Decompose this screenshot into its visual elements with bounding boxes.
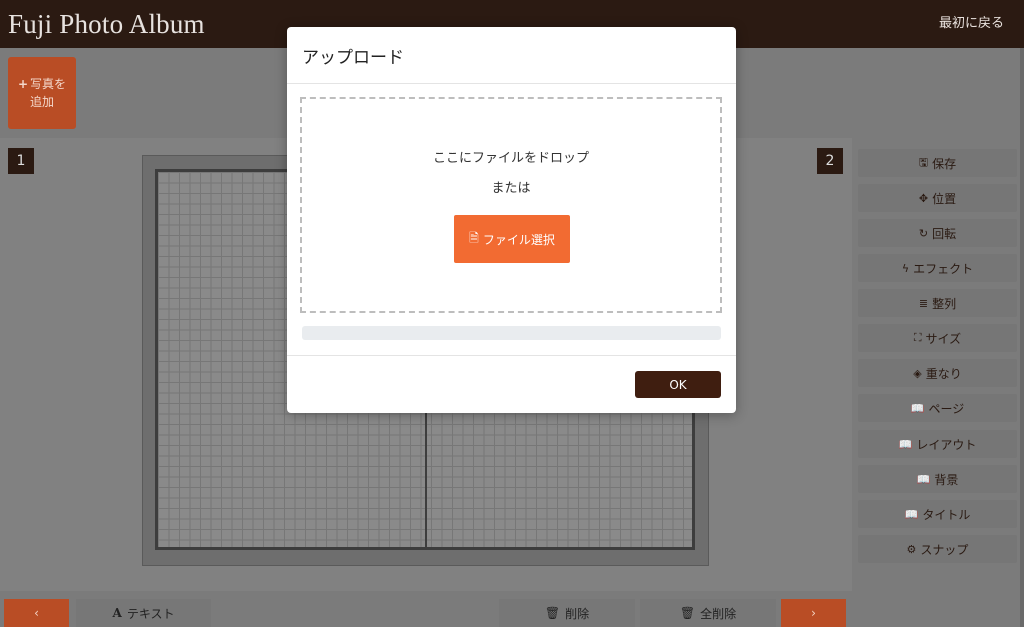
background-label: 背景 (934, 472, 959, 487)
page-button[interactable]: 📖 ページ (858, 394, 1017, 422)
book-icon: 📖 (898, 437, 913, 451)
book-icon: 📖 (904, 507, 919, 521)
delete-all-label: 全削除 (700, 606, 737, 621)
add-photo-button[interactable]: + 写真を 追加 (8, 57, 76, 129)
position-label: 位置 (932, 191, 957, 206)
select-file-label: ファイル選択 (482, 232, 555, 247)
modal-divider (287, 83, 736, 84)
layer-button[interactable]: ◈ 重なり (858, 359, 1017, 387)
modal-divider (287, 355, 736, 356)
left-page-number: 1 (8, 148, 34, 174)
rotate-icon: ↻ (918, 226, 929, 240)
text-icon: A (112, 606, 122, 620)
ok-button[interactable]: OK (635, 371, 721, 398)
effect-button[interactable]: ϟ エフェクト (858, 254, 1017, 282)
chevron-left-icon: ‹ (34, 606, 39, 620)
align-icon: ≣ (918, 296, 929, 310)
book-icon: 📖 (910, 401, 925, 415)
gear-icon: ⚙ (906, 542, 917, 556)
delete-button[interactable]: 🗑 削除 (499, 599, 635, 627)
add-text-button[interactable]: A テキスト (76, 599, 211, 627)
delete-all-button[interactable]: 🗑 全削除 (640, 599, 776, 627)
title-label: タイトル (922, 507, 971, 522)
book-icon: 📖 (916, 472, 931, 486)
layout-label: レイアウト (916, 437, 977, 452)
next-page-button[interactable]: › (781, 599, 846, 627)
page-label: ページ (928, 401, 965, 416)
background-button[interactable]: 📖 背景 (858, 465, 1017, 493)
modal-title: アップロード (302, 48, 404, 68)
rotate-button[interactable]: ↻ 回転 (858, 219, 1017, 247)
page-scrollbar[interactable] (1020, 48, 1024, 627)
align-label: 整列 (932, 296, 957, 311)
file-dropzone[interactable]: ここにファイルをドロップ または 🗎 ファイル選択 (300, 97, 722, 313)
file-icon: 🗎 (469, 230, 479, 245)
move-icon: ✥ (918, 191, 929, 205)
size-label: サイズ (925, 331, 962, 346)
chevron-right-icon: › (811, 606, 816, 620)
trash-icon: 🗑 (679, 606, 696, 620)
upload-progress-bar (302, 326, 721, 340)
add-photo-label-1: 写真を (30, 77, 67, 91)
save-button[interactable]: 🖫 保存 (858, 149, 1017, 177)
upload-modal: アップロード ここにファイルをドロップ または 🗎 ファイル選択 OK (287, 27, 736, 413)
add-photo-label-2: 追加 (29, 95, 54, 109)
or-text: または (491, 181, 531, 196)
resize-icon: ⛶ (913, 331, 922, 344)
trash-icon: 🗑 (544, 606, 561, 620)
snap-button[interactable]: ⚙ スナップ (858, 535, 1017, 563)
position-button[interactable]: ✥ 位置 (858, 184, 1017, 212)
layers-icon: ◈ (913, 366, 922, 380)
add-text-label: テキスト (126, 606, 175, 621)
align-button[interactable]: ≣ 整列 (858, 289, 1017, 317)
save-label: 保存 (932, 156, 957, 171)
layout-button[interactable]: 📖 レイアウト (858, 430, 1017, 458)
effect-label: エフェクト (913, 261, 974, 276)
layer-label: 重なり (925, 366, 962, 381)
save-icon: 🖫 (918, 155, 929, 169)
drop-instruction: ここにファイルをドロップ (432, 151, 589, 166)
bolt-icon: ϟ (901, 261, 910, 275)
size-button[interactable]: ⛶ サイズ (858, 324, 1017, 352)
app-title: Fuji Photo Album (8, 9, 205, 39)
rotate-label: 回転 (932, 226, 957, 241)
prev-page-button[interactable]: ‹ (4, 599, 69, 627)
plus-icon: + (17, 77, 29, 91)
snap-label: スナップ (920, 542, 969, 557)
back-to-start-link[interactable]: 最初に戻る (939, 16, 1004, 32)
title-button[interactable]: 📖 タイトル (858, 500, 1017, 528)
right-page-number: 2 (817, 148, 843, 174)
select-file-button[interactable]: 🗎 ファイル選択 (454, 215, 570, 263)
delete-label: 削除 (565, 606, 590, 621)
